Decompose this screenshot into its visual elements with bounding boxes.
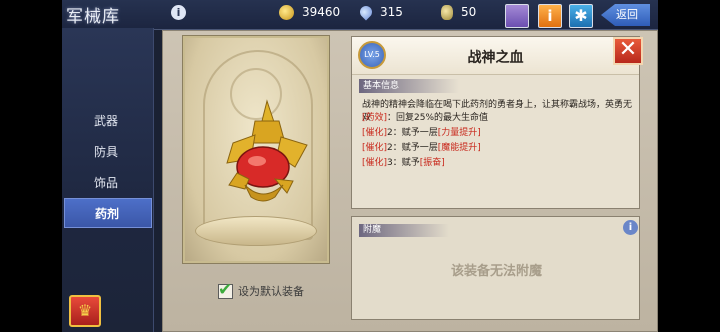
potion-flask-icon [226, 99, 308, 202]
effect-tag: [催化] [362, 143, 388, 153]
effect-tag: [催化] [362, 158, 388, 168]
effect-tag: [催化] [362, 128, 388, 138]
letterbox-left [0, 0, 62, 332]
page-title: 军械库 [66, 7, 120, 27]
effect-text: ：回复25%的最大生命值 [387, 113, 489, 123]
effect-text: 2：赋予一层 [387, 128, 438, 138]
screen: 军械库 i 39460 315 50 i ✱ 返回 武器 防具 饰品 药剂 ♛ [0, 0, 720, 332]
enchant-unavailable-message: 该装备无法附魔 [450, 264, 542, 279]
gold-coin-icon [279, 4, 294, 20]
item-card [182, 35, 330, 264]
gem-counter: 315 [357, 2, 403, 22]
letterbox-right [658, 0, 720, 332]
item-detail-panel: LV.5 战神之血 基本信息 战神的精神会降临在喝下此药剂的勇者身上，让其称霸战… [351, 36, 640, 209]
trophy-icon[interactable]: ♛ [69, 295, 101, 327]
default-equip-toggle[interactable]: ✔ 设为默认装备 [218, 280, 304, 300]
sidebar-item-accessory[interactable]: 饰品 [64, 168, 152, 198]
sidebar-item-armor[interactable]: 防具 [64, 137, 152, 167]
effect-highlight: [振奋] [419, 158, 445, 168]
effect-line: [药效]：回复25%的最大生命值 [362, 110, 488, 123]
feather-counter: 50 [441, 2, 476, 22]
feather-value: 50 [461, 5, 477, 19]
effect-highlight: [魔能提升] [437, 143, 481, 153]
sidebar-item-potion[interactable]: 药剂 [64, 198, 152, 228]
checkmark-icon: ✔ [218, 279, 233, 300]
section-basic-info: 基本信息 [359, 79, 459, 93]
effect-line: [催化]2：赋予一层[魔能提升] [362, 140, 481, 153]
info-icon[interactable]: i [623, 220, 638, 235]
close-button[interactable]: ✕ [613, 37, 643, 65]
enchant-panel: 附魔 i 该装备无法附魔 [351, 216, 640, 320]
gear-icon[interactable]: ✱ [569, 4, 593, 28]
effect-highlight: [力量提升] [437, 128, 481, 138]
crystal-drop-icon [357, 3, 375, 21]
effect-line: [催化]3：赋予[振奋] [362, 155, 445, 168]
default-equip-checkbox[interactable]: ✔ [218, 280, 233, 300]
default-equip-label: 设为默认装备 [238, 285, 304, 298]
effect-tag: [药效] [362, 113, 388, 123]
item-name: 战神之血 [467, 50, 524, 66]
section-enchant: 附魔 [359, 224, 449, 237]
effect-line: [催化]2：赋予一层[力量提升] [362, 125, 481, 138]
item-header: LV.5 战神之血 [352, 37, 639, 75]
gold-counter: 39460 [279, 2, 340, 22]
info-icon[interactable]: i [171, 5, 186, 20]
notice-icon[interactable]: i [538, 4, 562, 28]
gold-value: 39460 [302, 5, 341, 19]
book-icon[interactable] [505, 4, 529, 28]
pedestal [195, 216, 317, 246]
gem-value: 315 [380, 5, 403, 19]
effect-text: 2：赋予一层 [387, 143, 438, 153]
sidebar-item-weapon[interactable]: 武器 [64, 106, 152, 136]
effect-text: 3：赋予 [387, 158, 420, 168]
feather-icon [441, 4, 453, 20]
